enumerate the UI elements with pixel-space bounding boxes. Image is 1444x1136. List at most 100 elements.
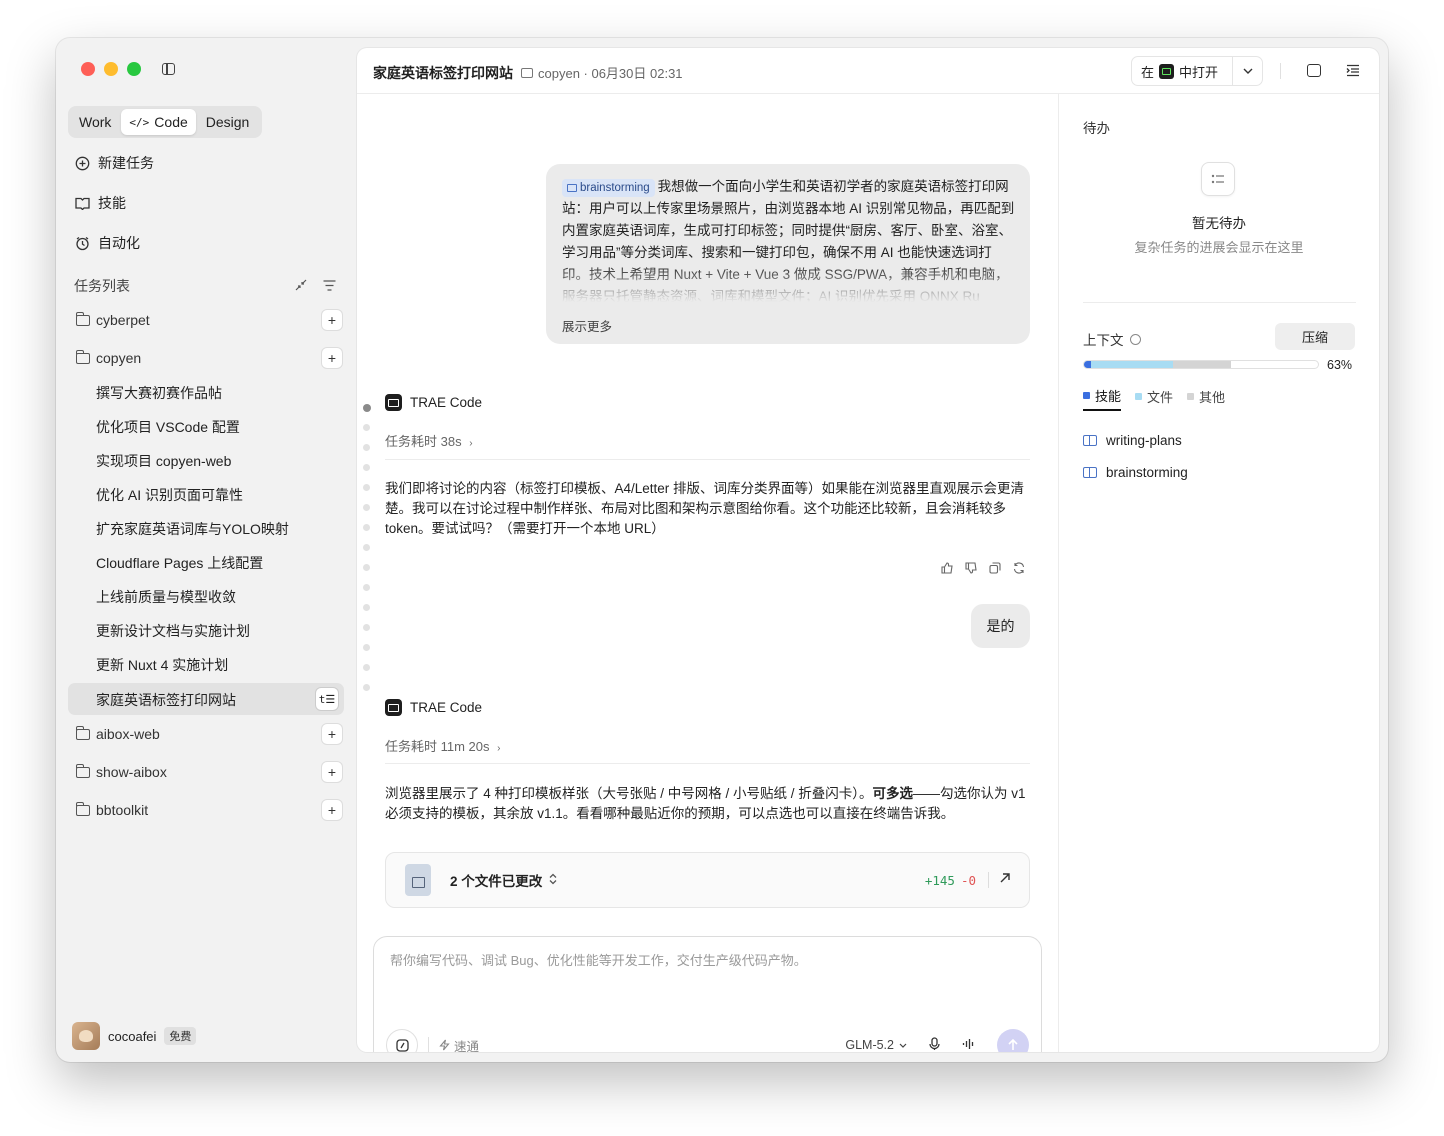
skills-nav-button[interactable]: 技能 [74, 193, 126, 213]
task-item[interactable]: 上线前质量与模型收敛 [96, 587, 236, 607]
add-task-button[interactable]: + [322, 724, 342, 744]
legend-label: 其他 [1199, 390, 1226, 405]
task-item[interactable]: 更新 Nuxt 4 实施计划 [96, 655, 228, 675]
timeline-dot[interactable] [363, 684, 370, 691]
copy-icon[interactable] [989, 562, 1001, 574]
timeline-dot[interactable] [363, 564, 370, 571]
task-item[interactable]: Cloudflare Pages 上线配置 [96, 553, 263, 573]
thumbs-up-icon[interactable] [941, 562, 953, 574]
folder-icon [521, 67, 533, 78]
chevron-down-icon[interactable] [1232, 57, 1262, 85]
legend-swatch [1187, 393, 1195, 400]
book-icon [567, 184, 577, 192]
project-aibox-web[interactable]: aibox-web + [75, 722, 342, 746]
files-changed-card[interactable]: 2 个文件已更改 +145 -0 [385, 852, 1030, 908]
skill-tag[interactable]: brainstorming [562, 179, 655, 197]
timeline-dot[interactable] [363, 504, 370, 511]
timeline-dot[interactable] [363, 464, 370, 471]
collapse-all-icon[interactable] [295, 279, 307, 294]
terminal-panel-icon[interactable] [1307, 64, 1321, 77]
user-reply-bubble: 是的 [971, 604, 1030, 648]
skill-item[interactable]: brainstorming [1083, 465, 1188, 480]
task-duration[interactable]: 任务耗时 11m 20s › [385, 736, 500, 755]
book-icon [1083, 467, 1097, 478]
new-task-icon [74, 155, 90, 171]
project-copyen[interactable]: copyen + [75, 346, 342, 370]
prompt-input[interactable] [390, 953, 1010, 968]
timeline-dot[interactable] [363, 604, 370, 611]
voice-wave-icon[interactable] [962, 1038, 975, 1053]
automation-nav-button[interactable]: 自动化 [74, 233, 140, 253]
add-task-button[interactable]: + [322, 800, 342, 820]
book-icon [1083, 435, 1097, 446]
add-task-button[interactable]: + [322, 348, 342, 368]
timeline-dot[interactable] [363, 424, 370, 431]
timeline-dot[interactable] [363, 544, 370, 551]
task-duration[interactable]: 任务耗时 38s › [385, 431, 473, 450]
user-profile[interactable]: cocoafei 免费 [72, 1022, 197, 1050]
nav-label: 新建任务 [98, 155, 154, 171]
alarm-clock-icon [74, 235, 90, 251]
mode-tab-work[interactable]: Work [71, 109, 119, 135]
add-task-button[interactable]: + [322, 762, 342, 782]
legend-tab-skills[interactable]: 技能 [1083, 386, 1122, 411]
skill-item[interactable]: writing-plans [1083, 433, 1182, 448]
mode-tab-design[interactable]: Design [198, 109, 258, 135]
speed-mode-button[interactable]: 速通 [439, 1036, 479, 1052]
regenerate-icon[interactable] [1013, 562, 1025, 574]
task-item[interactable]: 扩充家庭英语词库与YOLO映射 [96, 519, 289, 539]
model-selector[interactable]: GLM-5.2 [845, 1038, 907, 1052]
timeline-dot[interactable] [363, 644, 370, 651]
task-item[interactable]: 优化 AI 识别页面可靠性 [96, 485, 243, 505]
outline-panel-icon[interactable] [1346, 64, 1360, 82]
timeline-dot[interactable] [363, 484, 370, 491]
filter-icon[interactable] [323, 279, 336, 294]
mode-switch: Work </> Code Design [68, 106, 262, 138]
timeline-dot[interactable] [362, 404, 371, 412]
context-usage-skills-marker [1084, 361, 1092, 368]
timeline-dot[interactable] [363, 444, 370, 451]
microphone-icon[interactable] [929, 1036, 940, 1053]
compress-button[interactable]: 压缩 [1275, 323, 1355, 350]
agent-text-bold: 可多选 [872, 786, 914, 801]
legend-tab-files[interactable]: 文件 [1135, 386, 1173, 411]
timeline-dot[interactable] [363, 524, 370, 531]
open-external-icon[interactable] [999, 871, 1011, 889]
additions-count: +145 [924, 872, 955, 888]
context-title: 上下文 [1083, 333, 1124, 348]
project-bbtoolkit[interactable]: bbtoolkit + [75, 798, 342, 822]
task-outline-icon[interactable]: t☰ [316, 688, 338, 710]
project-show-aibox[interactable]: show-aibox + [75, 760, 342, 784]
chevron-down-icon [899, 1043, 907, 1048]
context-usage-files [1172, 361, 1232, 368]
mode-tab-code[interactable]: </> Code [121, 109, 196, 135]
expand-toggle-icon[interactable] [549, 873, 557, 888]
project-label: cyberpet [96, 312, 150, 328]
thumbs-down-icon[interactable] [965, 562, 977, 574]
task-item[interactable]: 更新设计文档与实施计划 [96, 621, 250, 641]
task-item[interactable]: 优化项目 VSCode 配置 [96, 417, 240, 437]
project-cyberpet[interactable]: cyberpet + [75, 308, 342, 332]
zoom-window-button[interactable] [127, 62, 141, 76]
task-meta: copyen · 06月30日 02:31 [521, 63, 683, 82]
legend-swatch [1135, 393, 1143, 400]
timeline-dot[interactable] [363, 624, 370, 631]
close-window-button[interactable] [81, 62, 95, 76]
mode-toggle-button[interactable] [386, 1029, 418, 1052]
add-task-button[interactable]: + [322, 310, 342, 330]
user-reply-text: 是的 [986, 618, 1015, 634]
show-more-button[interactable]: 展示更多 [562, 316, 612, 335]
minimize-window-button[interactable] [104, 62, 118, 76]
timeline-dot[interactable] [363, 664, 370, 671]
open-in-terminal-button[interactable]: 在 中打开 [1131, 56, 1263, 86]
terminal-icon [1159, 63, 1175, 79]
task-item-active[interactable]: 家庭英语标签打印网站 t☰ [68, 683, 344, 715]
legend-tab-other[interactable]: 其他 [1187, 386, 1225, 411]
task-item[interactable]: 撰写大赛初赛作品帖 [96, 383, 222, 403]
sidebar-toggle-icon[interactable] [162, 63, 175, 75]
timeline-dot[interactable] [363, 584, 370, 591]
send-button[interactable] [997, 1029, 1029, 1052]
new-task-button[interactable]: 新建任务 [74, 153, 154, 173]
info-icon[interactable] [1129, 333, 1141, 345]
task-item[interactable]: 实现项目 copyen-web [96, 451, 231, 471]
